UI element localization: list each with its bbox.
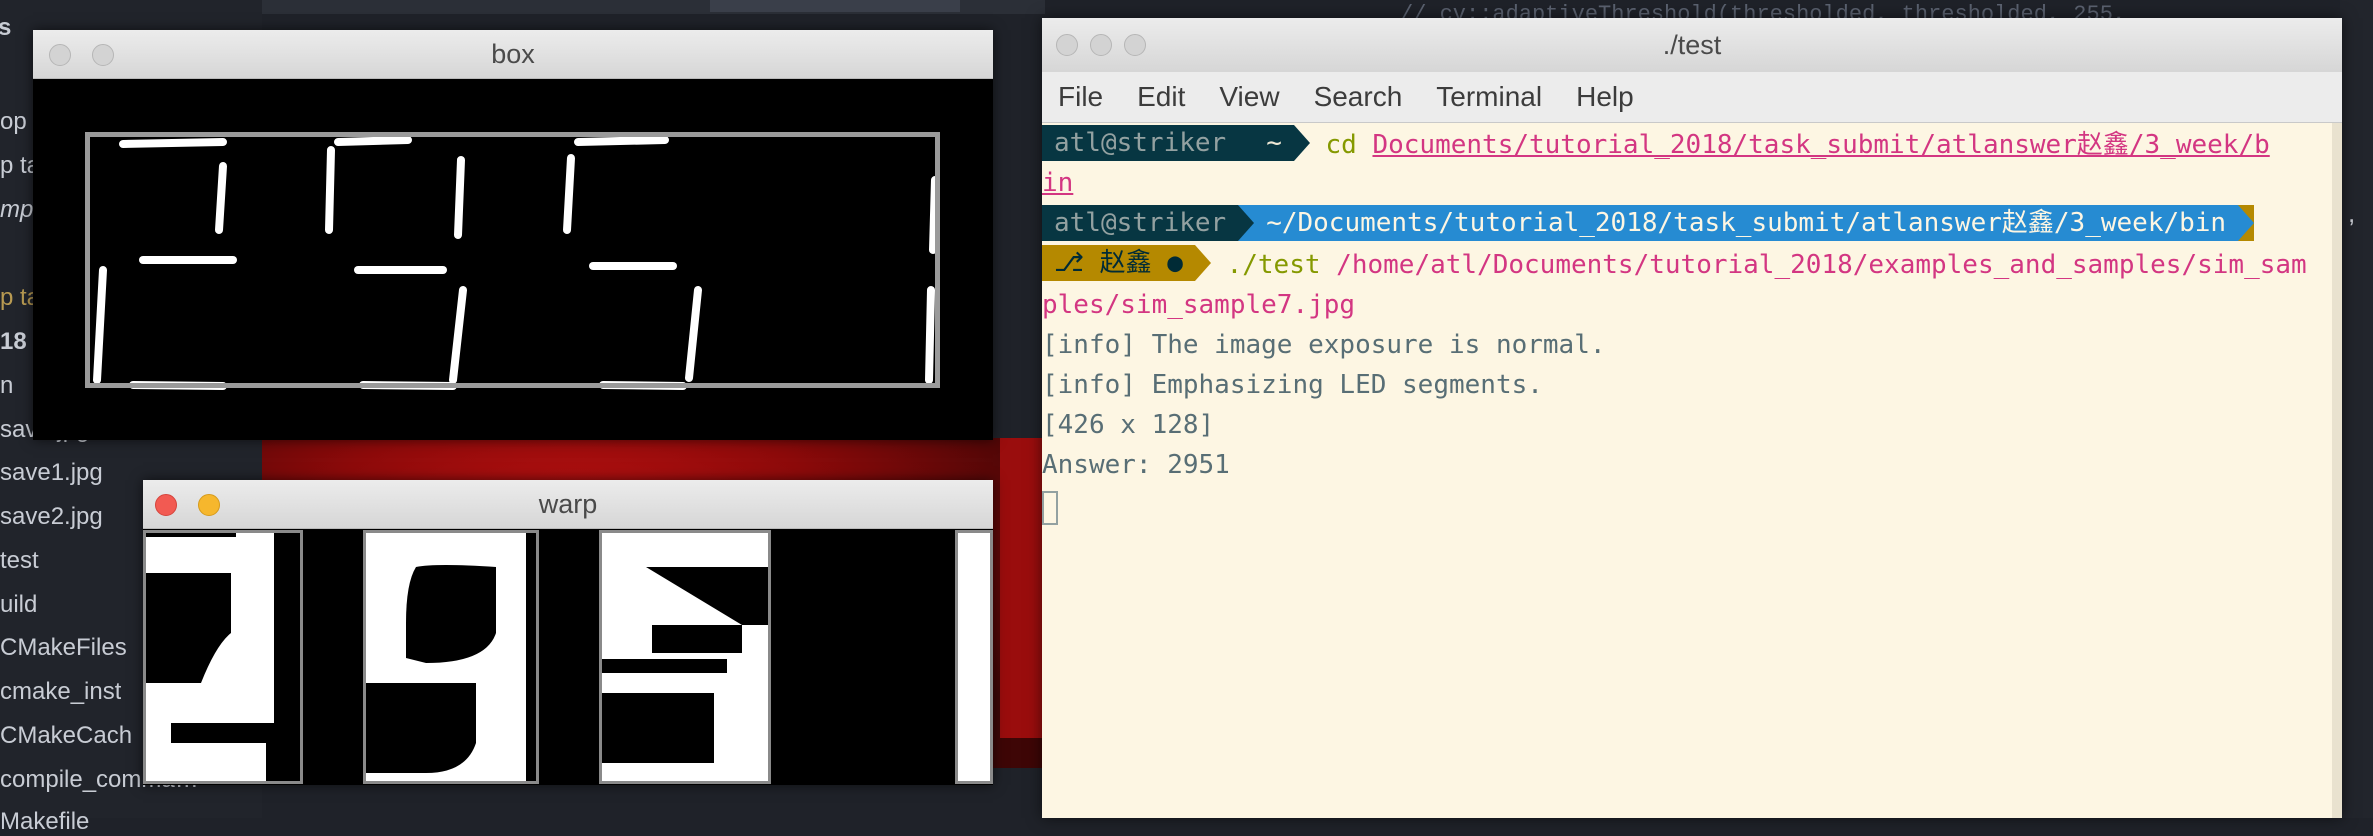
warp-digit-cell xyxy=(363,530,539,784)
prompt-line-1: atl@striker ~ cd Documents/tutorial_2018/… xyxy=(1042,125,2270,165)
file-tree-item[interactable]: save1.jpg xyxy=(0,459,103,487)
file-tree-item[interactable]: cmake_inst xyxy=(0,678,121,706)
command-argument: /home/atl/Documents/tutorial_2018/exampl… xyxy=(1336,250,2307,280)
powerline-separator xyxy=(2238,205,2255,241)
background-editor-tab[interactable] xyxy=(710,0,960,12)
powerline-separator xyxy=(1238,125,1255,161)
wrapped-line: in xyxy=(1042,163,1073,203)
background-right-strip xyxy=(2340,0,2373,818)
warp-window[interactable]: warp xyxy=(143,480,993,785)
menu-edit[interactable]: Edit xyxy=(1137,72,1185,122)
file-tree-item[interactable]: CMakeCach xyxy=(0,722,132,750)
terminal-scrollbar[interactable] xyxy=(2332,123,2342,818)
menu-search[interactable]: Search xyxy=(1314,72,1403,122)
terminal-output[interactable]: atl@striker ~ cd Documents/tutorial_2018/… xyxy=(1042,123,2332,818)
terminal-cursor xyxy=(1042,490,1058,525)
prompt-dir-segment: ~/Documents/tutorial_2018/task_submit/at… xyxy=(1254,205,2239,241)
menu-view[interactable]: View xyxy=(1219,72,1279,122)
prompt-line-3: ⎇ 赵鑫 ● ./test /home/atl/Documents/tutori… xyxy=(1042,245,2307,285)
file-tree-item[interactable]: 18 xyxy=(0,328,27,356)
window-title: warp xyxy=(538,489,598,519)
file-tree-item[interactable]: n xyxy=(0,372,13,400)
bounding-box-frame xyxy=(85,132,940,388)
prompt-line-2: atl@striker ~/Documents/tutorial_2018/tas… xyxy=(1042,205,2255,245)
path-link[interactable]: Documents/tutorial_2018/task_submit/atla… xyxy=(1372,130,2269,160)
powerline-separator xyxy=(1293,125,1310,161)
terminal-menubar: File Edit View Search Terminal Help xyxy=(1042,72,2342,123)
box-image xyxy=(33,80,993,440)
git-branch-label: 赵鑫 ● xyxy=(1099,248,1183,278)
menu-help[interactable]: Help xyxy=(1576,72,1634,122)
menu-terminal[interactable]: Terminal xyxy=(1436,72,1542,122)
prompt-user-segment: atl@striker xyxy=(1042,205,1239,241)
warp-window-titlebar[interactable]: warp xyxy=(143,480,993,529)
prompt-dir-segment: ~ xyxy=(1254,125,1294,161)
cursor-line xyxy=(1042,487,1058,527)
window-title: ./test xyxy=(1662,30,1722,60)
path-link[interactable]: in xyxy=(1042,168,1073,198)
prompt-user-segment: atl@striker xyxy=(1042,125,1239,161)
warp-image xyxy=(143,530,993,785)
file-tree-item[interactable]: test xyxy=(0,547,39,575)
warp-digit-cell xyxy=(599,530,771,784)
output-line: [426 x 128] xyxy=(1042,410,1215,440)
file-tree-item[interactable]: CMakeFiles xyxy=(0,634,127,662)
output-line: [info] The image exposure is normal. xyxy=(1042,330,1606,360)
menu-file[interactable]: File xyxy=(1058,72,1103,122)
git-branch-icon: ⎇ xyxy=(1054,248,1100,278)
box-window[interactable]: box xyxy=(33,30,993,440)
output-line: Answer: 2951 xyxy=(1042,450,1230,480)
powerline-separator xyxy=(1194,245,1211,281)
terminal-titlebar[interactable]: ./test xyxy=(1042,18,2342,73)
command-argument: ples/sim_sample7.jpg xyxy=(1042,290,1356,320)
background-comma: , xyxy=(2348,198,2356,228)
command-text: cd xyxy=(1325,130,1357,160)
box-window-titlebar[interactable]: box xyxy=(33,30,993,79)
file-tree-item[interactable]: save2.jpg xyxy=(0,503,103,531)
file-tree-item[interactable]: uild xyxy=(0,591,37,619)
powerline-separator xyxy=(1238,205,1255,241)
terminal-window[interactable]: ./test File Edit View Search Terminal Help at… xyxy=(1042,18,2342,818)
wrapped-line: ples/sim_sample7.jpg xyxy=(1042,285,1355,325)
git-branch-segment: ⎇ 赵鑫 ● xyxy=(1042,245,1195,281)
warp-digit-cell xyxy=(955,530,993,784)
warp-digit-cell xyxy=(143,530,303,784)
window-title: box xyxy=(491,39,535,69)
command-text: ./test xyxy=(1226,250,1321,280)
output-line: [info] Emphasizing LED segments. xyxy=(1042,370,1543,400)
file-tree-item[interactable]: Makefile xyxy=(0,808,89,836)
background-led-photo-edge xyxy=(1000,438,1042,738)
file-tree-item[interactable]: s xyxy=(0,14,11,42)
